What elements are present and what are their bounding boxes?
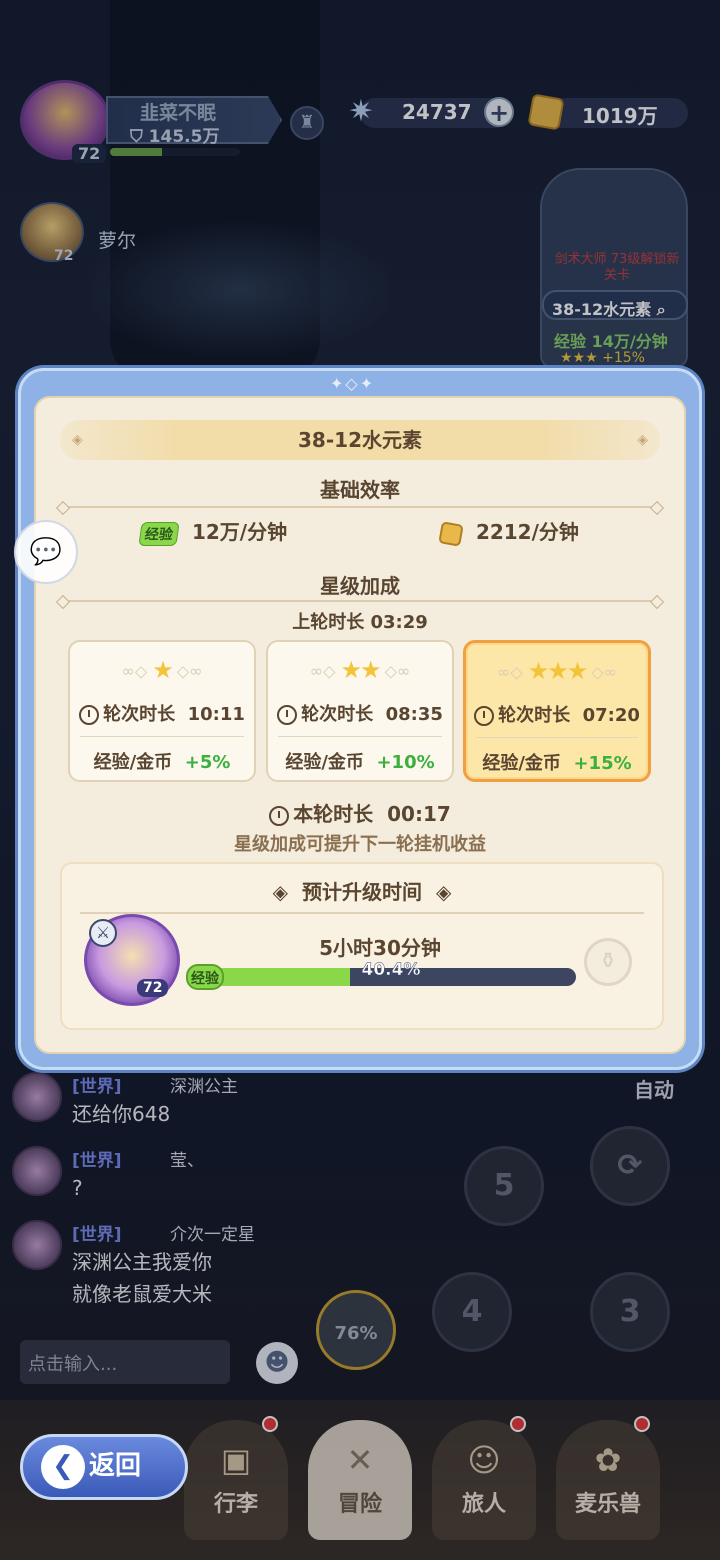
duration-label: 轮次时长 [301, 704, 374, 725]
exp-potion-icon[interactable]: ⚱ [584, 938, 632, 986]
clock-icon [474, 706, 495, 726]
tier-duration: 轮次时长 07:20 [466, 701, 648, 727]
bonus-value: +10% [376, 752, 435, 773]
back-arrow-icon: ❮ [41, 1445, 85, 1489]
ornament-icon: ∞◇ [121, 661, 153, 681]
modal-title: 38-12水元素 [298, 428, 422, 452]
back-label: 返回 [89, 1451, 142, 1481]
gold-rate-value: 2212/分钟 [475, 520, 579, 544]
card-divider [476, 737, 638, 738]
stars-icon: ★★ [340, 656, 381, 684]
star-rating: ∞◇ ★ ◇∞ [70, 656, 254, 684]
bonus-label: 经验/金币 [93, 752, 173, 773]
diamond-ornament-icon: ◈ [272, 880, 289, 904]
star-tier-card-1: ∞◇ ★ ◇∞ 轮次时长 10:11 经验/金币 +5% [68, 640, 256, 782]
tier-bonus: 经验/金币 +10% [268, 748, 452, 774]
section-divider [60, 506, 660, 508]
ornament-icon: ◇∞ [586, 662, 617, 682]
time-to-levelup: 5小时30分钟 [319, 936, 441, 960]
levelup-title: 预计升级时间 [302, 880, 422, 904]
modal-top-ornament: ✦◇✦ [330, 374, 376, 393]
card-divider [80, 736, 244, 737]
clock-icon [269, 805, 290, 826]
hero-level: 72 [137, 979, 169, 997]
bonus-value: +15% [573, 753, 632, 774]
ornament-icon: ◇∞ [171, 661, 203, 681]
current-round-label: 本轮时长 [293, 802, 374, 826]
card-divider [278, 736, 442, 737]
bonus-label: 经验/金币 [285, 752, 364, 773]
star-rating: ∞◇ ★★ ◇∞ [268, 656, 452, 684]
duration-label: 轮次时长 [103, 704, 176, 725]
gold-coin-icon [438, 520, 464, 547]
modal-title-bar: ◈ 38-12水元素 ◈ [60, 420, 660, 460]
star-bonus-hint: 星级加成可提升下一轮挂机收益 [234, 834, 486, 855]
back-button[interactable]: ❮ 返回 [20, 1434, 188, 1500]
clock-icon [79, 705, 100, 725]
stars-icon: ★ [152, 656, 173, 684]
sword-icon: ⚔ [89, 919, 117, 947]
exp-rate: 经验 12万/分钟 [138, 516, 288, 546]
exp-tag: 经验 [138, 521, 180, 546]
star-tier-card-3: ∞◇ ★★★ ◇∞ 轮次时长 07:20 经验/金币 +15% [463, 640, 651, 782]
clock-icon [277, 705, 298, 725]
current-round-value: 00:17 [387, 802, 451, 826]
diamond-ornament-icon: ◈ [435, 880, 452, 904]
current-round-duration: 本轮时长 00:17 [0, 798, 720, 827]
ornament-icon: ∞◇ [497, 662, 528, 682]
diamond-ornament-icon: ◈ [72, 432, 83, 448]
hero-avatar: ⚔ 72 [84, 914, 180, 1006]
duration-value: 08:35 [385, 704, 443, 725]
star-tier-card-2: ∞◇ ★★ ◇∞ 轮次时长 08:35 经验/金币 +10% [266, 640, 454, 782]
section-divider [60, 600, 660, 602]
levelup-divider [80, 912, 644, 914]
star-bonus-heading: 星级加成 [320, 574, 400, 598]
tier-bonus: 经验/金币 +15% [466, 749, 648, 775]
tier-duration: 轮次时长 10:11 [70, 700, 254, 726]
exp-rate-value: 12万/分钟 [191, 520, 288, 544]
diamond-ornament-icon: ◈ [637, 432, 648, 448]
ornament-icon: ∞◇ [309, 661, 341, 681]
chat-bubble-icon[interactable]: 💬 [14, 520, 78, 584]
gold-rate: 2212/分钟 [438, 516, 579, 547]
tier-duration: 轮次时长 08:35 [268, 700, 452, 726]
base-efficiency-heading: 基础效率 [320, 478, 400, 502]
exp-progress-text: 40.4% [361, 960, 421, 981]
star-rating: ∞◇ ★★★ ◇∞ [466, 657, 648, 685]
ornament-icon: ◇∞ [379, 661, 411, 681]
stars-icon: ★★★ [527, 657, 589, 685]
tier-bonus: 经验/金币 +5% [70, 748, 254, 774]
last-round-duration: 上轮时长 03:29 [292, 612, 428, 633]
duration-label: 轮次时长 [498, 705, 571, 726]
bonus-label: 经验/金币 [482, 753, 561, 774]
duration-value: 10:11 [187, 704, 245, 725]
duration-value: 07:20 [582, 705, 640, 726]
levelup-heading: ◈ 预计升级时间 ◈ [62, 876, 662, 905]
bonus-value: +5% [184, 752, 231, 773]
